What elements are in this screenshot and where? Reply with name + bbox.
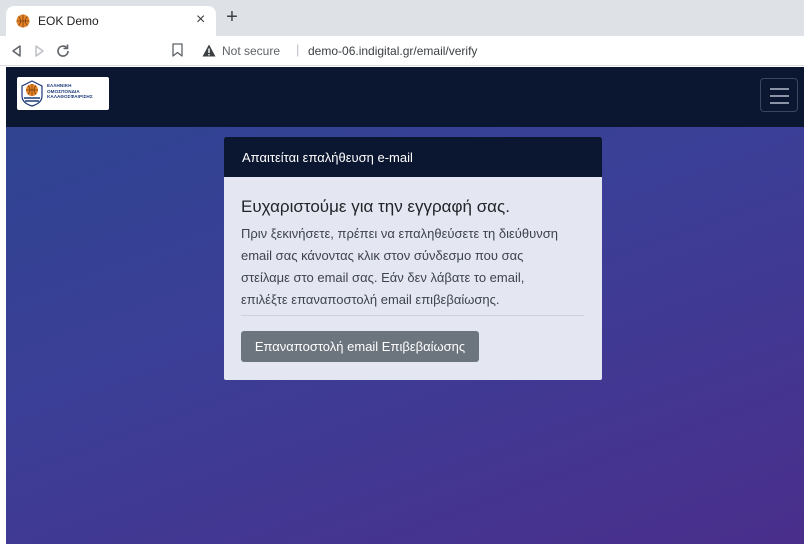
basketball-favicon-icon	[16, 14, 30, 28]
card-text-line: στείλαμε στο email σας. Εάν δεν λάβατε τ…	[241, 270, 525, 285]
forward-icon[interactable]	[30, 42, 48, 60]
logo-text: ΕΛΛΗΝΙΚΗ ΟΜΟΣΠΟΝΔΙΑ ΚΑΛΑΘΟΣΦΑΙΡΙΣΗΣ	[47, 83, 93, 100]
browser-toolbar: Not secure | demo-06.indigital.gr/email/…	[0, 36, 804, 66]
card-divider	[241, 315, 584, 316]
card-text-line: email σας κάνοντας κλικ στον σύνδεσμο πο…	[241, 248, 524, 263]
back-icon[interactable]	[8, 42, 26, 60]
card-body-text: Πριν ξεκινήσετε, πρέπει να επαληθεύσετε …	[241, 223, 587, 311]
hamburger-menu-button[interactable]	[760, 78, 798, 112]
hamburger-icon-bar	[770, 95, 789, 97]
verify-email-card: Απαιτείται επαλήθευση e-mail Ευχαριστούμ…	[224, 137, 602, 380]
federation-logo[interactable]: ΕΛΛΗΝΙΚΗ ΟΜΟΣΠΟΝΔΙΑ ΚΑΛΑΘΟΣΦΑΙΡΙΣΗΣ	[17, 77, 109, 110]
card-header: Απαιτείται επαλήθευση e-mail	[224, 137, 602, 177]
close-tab-icon[interactable]: ×	[196, 11, 205, 29]
card-title: Ευχαριστούμε για την εγγραφή σας.	[241, 197, 510, 216]
site-navbar: ΕΛΛΗΝΙΚΗ ΟΜΟΣΠΟΝΔΙΑ ΚΑΛΑΘΟΣΦΑΙΡΙΣΗΣ	[6, 67, 804, 127]
hamburger-icon-bar	[770, 102, 789, 104]
reload-icon[interactable]	[54, 42, 72, 60]
browser-tab[interactable]: EOK Demo ×	[6, 6, 216, 36]
card-text-line: επιλέξτε επαναποστολή email επιβεβαίωσης…	[241, 292, 500, 307]
tab-title: EOK Demo	[38, 14, 99, 28]
security-status[interactable]: Not secure	[222, 44, 280, 58]
address-bar[interactable]: Not secure | demo-06.indigital.gr/email/…	[196, 39, 800, 63]
resend-verification-button[interactable]: Επαναποστολή email Επιβεβαίωσης	[241, 331, 479, 362]
logo-line: ΚΑΛΑΘΟΣΦΑΙΡΙΣΗΣ	[47, 94, 93, 100]
tab-strip: EOK Demo × +	[0, 0, 804, 36]
card-text-line: Πριν ξεκινήσετε, πρέπει να επαληθεύσετε …	[241, 226, 558, 241]
bookmark-icon[interactable]	[172, 43, 183, 57]
page-background: ΕΛΛΗΝΙΚΗ ΟΜΟΣΠΟΝΔΙΑ ΚΑΛΑΘΟΣΦΑΙΡΙΣΗΣ Απαι…	[6, 67, 804, 544]
new-tab-button[interactable]: +	[222, 6, 242, 28]
url-text[interactable]: demo-06.indigital.gr/email/verify	[308, 44, 477, 58]
card-header-title: Απαιτείται επαλήθευση e-mail	[242, 150, 413, 165]
warning-icon[interactable]	[202, 44, 216, 57]
basketball-emblem-icon	[21, 80, 43, 107]
address-separator: |	[296, 42, 300, 57]
hamburger-icon-bar	[770, 88, 789, 90]
